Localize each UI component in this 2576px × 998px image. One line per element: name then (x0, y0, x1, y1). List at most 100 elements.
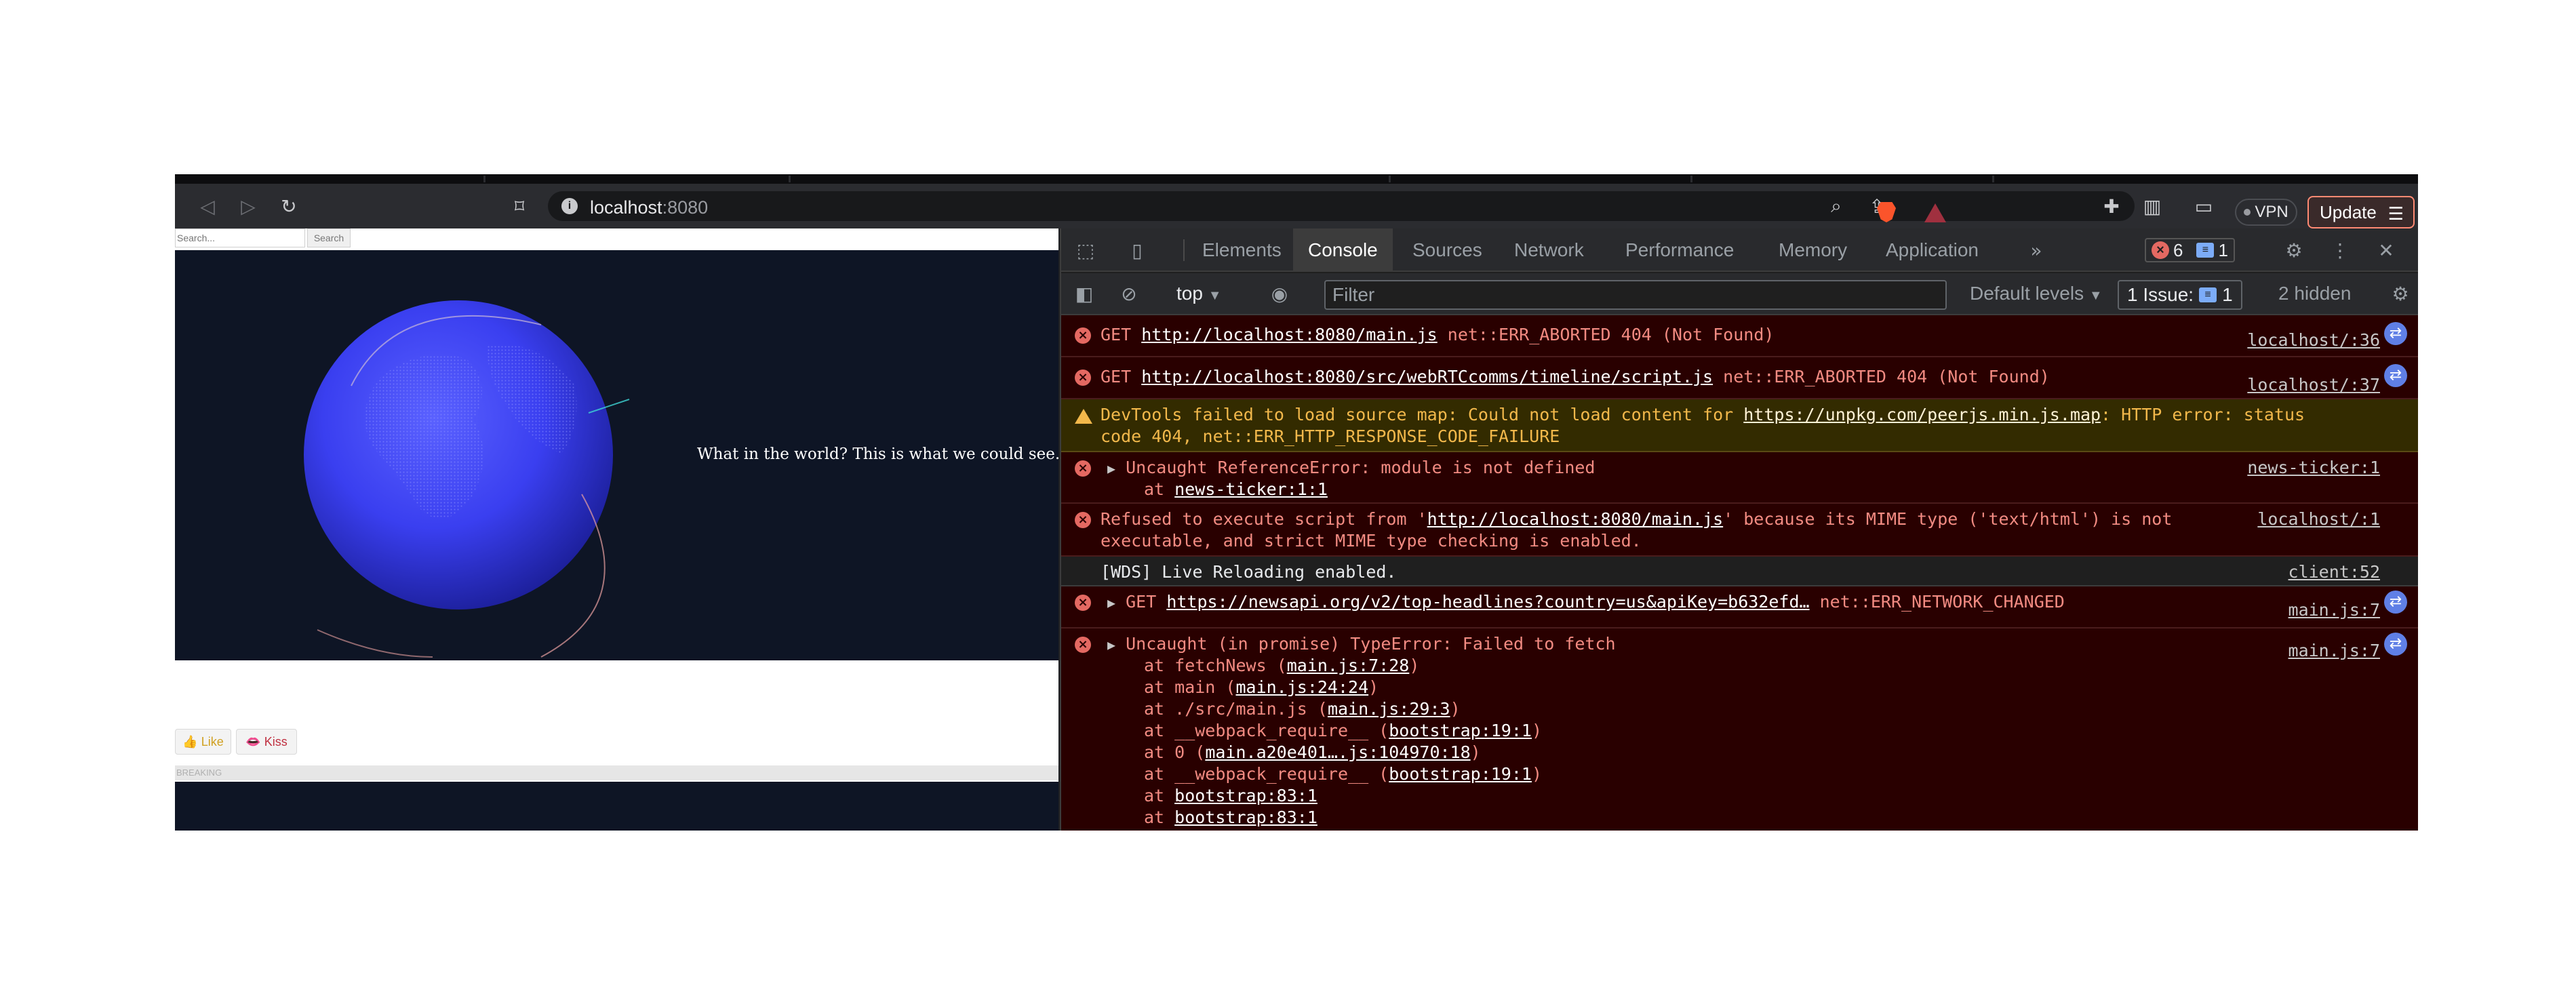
settings-icon[interactable]: ⚙ (2280, 238, 2307, 262)
stack-frame-link[interactable]: bootstrap:83:1 (1174, 807, 1317, 827)
error-icon: × (1075, 637, 1091, 653)
clear-console-icon[interactable]: ⊘ (1115, 281, 1143, 306)
source-link[interactable]: client:52 (2288, 562, 2380, 582)
source-link[interactable]: localhost/:36 (2247, 330, 2380, 350)
message-text: GET http://localhost:8080/src/webRTCcomm… (1101, 367, 2050, 386)
stack-frame: at ./src/main.js (main.js:29:3) (1144, 699, 1461, 719)
network-panel-icon[interactable]: ⇄ (2384, 591, 2407, 614)
zoom-icon[interactable]: ⌕ (1824, 193, 1848, 219)
show-sidebar-icon[interactable]: ◧ (1071, 281, 1098, 306)
error-counter[interactable]: × 6 ≡ 1 (2145, 238, 2235, 262)
tab-console[interactable]: Console (1293, 228, 1393, 272)
error-icon: × (1075, 460, 1091, 477)
source-link[interactable]: main.js:7 (2288, 641, 2380, 660)
context-label: top (1176, 283, 1203, 304)
tab-separator (1690, 176, 1692, 182)
close-devtools-icon[interactable]: ✕ (2373, 238, 2400, 262)
network-panel-icon[interactable]: ⇄ (2384, 364, 2407, 387)
expand-triangle-icon[interactable]: ▶ (1107, 595, 1115, 611)
extensions-icon[interactable]: ✚ (2099, 193, 2124, 219)
tab-memory[interactable]: Memory (1764, 228, 1862, 272)
stack-frame-link[interactable]: main.js:7:28 (1287, 656, 1410, 675)
issues-label: 1 Issue: (2127, 284, 2194, 305)
vpn-label: VPN (2255, 203, 2288, 221)
request-url-link[interactable]: https://newsapi.org/v2/top-headlines?cou… (1166, 592, 1809, 612)
source-link[interactable]: main.js:7 (2288, 600, 2380, 620)
bookmark-icon[interactable]: ⌑ (507, 193, 532, 219)
live-expression-icon[interactable]: ◉ (1266, 281, 1293, 306)
source-link[interactable]: news-ticker:1 (2247, 458, 2380, 477)
device-toolbar-icon[interactable]: ▯ (1124, 238, 1151, 262)
console-settings-icon[interactable]: ⚙ (2387, 281, 2414, 306)
tab-network[interactable]: Network (1499, 228, 1599, 272)
message-text[interactable]: ▶ GET https://newsapi.org/v2/top-headlin… (1107, 592, 2065, 612)
network-panel-icon[interactable]: ⇄ (2384, 322, 2407, 345)
stack-frame-link[interactable]: news-ticker:1:1 (1174, 479, 1328, 499)
brave-rewards-icon[interactable] (1924, 203, 1946, 222)
message-icon: ≡ (2196, 243, 2215, 258)
source-link[interactable]: localhost/:37 (2247, 375, 2380, 395)
error-icon: × (1075, 370, 1091, 386)
context-select[interactable]: top ▼ (1176, 283, 1222, 304)
kiss-button[interactable]: 👄 Kiss (236, 729, 297, 755)
stack-frame-link[interactable]: main.js:29:3 (1328, 699, 1450, 719)
request-url-link[interactable]: http://localhost:8080/src/webRTCcomms/ti… (1141, 367, 1713, 386)
stack-frame-link[interactable]: bootstrap:83:1 (1174, 786, 1317, 805)
like-button[interactable]: 👍 Like (175, 729, 231, 755)
message-text[interactable]: ▶ Uncaught ReferenceError: module is not… (1107, 458, 1595, 477)
source-map-link[interactable]: https://unpkg.com/peerjs.min.js.map (1743, 405, 2101, 424)
script-url-link[interactable]: http://localhost:8080/main.js (1427, 509, 1724, 529)
url-text[interactable]: localhost:8080 (590, 197, 708, 218)
reload-icon[interactable]: ↻ (277, 193, 301, 219)
stack-frame-link[interactable]: main.js:24:24 (1235, 677, 1368, 697)
stack-frame-link[interactable]: bootstrap:19:1 (1389, 764, 1532, 784)
console-message-warning: DevTools failed to load source map: Coul… (1061, 399, 2418, 452)
news-ticker (175, 782, 1058, 831)
inspect-element-icon[interactable]: ⬚ (1072, 238, 1099, 262)
hidden-count: 2 hidden (2278, 283, 2352, 304)
wallet-icon[interactable]: ▭ (2192, 193, 2216, 219)
tab-elements[interactable]: Elements (1187, 228, 1296, 272)
address-bar[interactable]: i localhost:8080 ⌕ ⇪ (548, 191, 2135, 221)
expand-triangle-icon[interactable]: ▶ (1107, 637, 1115, 653)
issues-button[interactable]: 1 Issue: ≡ 1 (2118, 280, 2242, 310)
error-icon: × (1075, 327, 1091, 344)
stack-frame-link[interactable]: bootstrap:19:1 (1389, 721, 1532, 740)
filter-input[interactable]: Filter (1324, 280, 1947, 310)
warning-icon (1075, 409, 1092, 424)
stack-frame: at bootstrap:83:1 (1144, 807, 1317, 827)
source-link[interactable]: localhost/:1 (2257, 509, 2380, 529)
tab-performance[interactable]: Performance (1610, 228, 1749, 272)
tab-separator (1389, 176, 1391, 182)
chevron-down-icon: ▼ (2088, 288, 2103, 303)
request-url-link[interactable]: http://localhost:8080/main.js (1141, 325, 1438, 344)
back-icon[interactable]: ◁ (195, 193, 220, 219)
log-levels-select[interactable]: Default levels ▼ (1970, 283, 2103, 304)
console-message-error: × Refused to execute script from 'http:/… (1061, 504, 2418, 557)
more-tabs-icon[interactable]: » (2023, 238, 2050, 262)
vpn-button[interactable]: VPN (2235, 199, 2297, 226)
message-text: [WDS] Live Reloading enabled. (1101, 562, 1397, 582)
arc-line (317, 629, 433, 658)
tab-sources[interactable]: Sources (1398, 228, 1497, 272)
stack-frame-link[interactable]: main.a20e401….js:104970:18 (1205, 742, 1470, 762)
update-button[interactable]: Update ☰ (2307, 196, 2415, 228)
devtools-tabbar: ⬚ ▯ Elements Console Sources Network Per… (1061, 228, 2418, 272)
forward-icon[interactable]: ▷ (236, 193, 260, 219)
message-text[interactable]: ▶ Uncaught (in promise) TypeError: Faile… (1107, 634, 1616, 654)
globe-section[interactable]: What in the world? This is what we could… (175, 250, 1058, 660)
stack-frame: at __webpack_require__ (bootstrap:19:1) (1144, 764, 1543, 784)
network-panel-icon[interactable]: ⇄ (2384, 633, 2407, 656)
message-text-continued: executable, and strict MIME type checkin… (1101, 531, 1642, 551)
more-options-icon[interactable]: ⋮ (2326, 238, 2354, 262)
site-info-icon[interactable]: i (561, 198, 578, 214)
sidebar-icon[interactable]: ▥ (2140, 193, 2164, 219)
tab-application[interactable]: Application (1871, 228, 1994, 272)
search-input[interactable] (175, 228, 305, 247)
console-message-error: × ▶ Uncaught ReferenceError: module is n… (1061, 452, 2418, 504)
search-button[interactable]: Search (307, 228, 351, 247)
browser-toolbar: ◁ ▷ ↻ ⌑ i localhost:8080 ⌕ ⇪ ✚ ▥ ▭ VPN U… (175, 184, 2418, 228)
menu-icon[interactable]: ☰ (2388, 204, 2404, 224)
expand-triangle-icon[interactable]: ▶ (1107, 460, 1115, 477)
console-message-error: × GET http://localhost:8080/main.js net:… (1061, 315, 2418, 357)
